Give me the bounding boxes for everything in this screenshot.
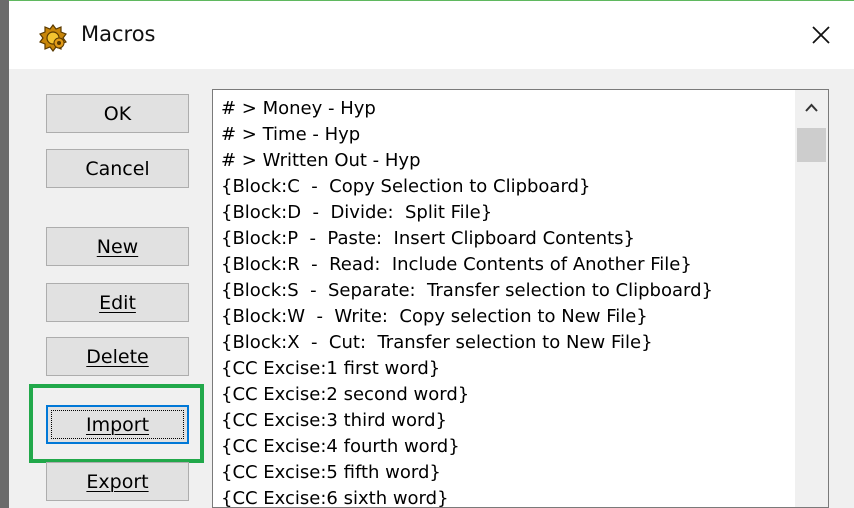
list-item[interactable]: {Block:W - Write: Copy selection to New … — [221, 304, 648, 330]
list-item[interactable]: {Block:P - Paste: Insert Clipboard Conte… — [221, 226, 635, 252]
list-item[interactable]: # > Written Out - Hyp — [221, 148, 421, 174]
list-item[interactable]: {CC Excise:1 first word} — [221, 356, 440, 382]
vertical-scrollbar[interactable] — [795, 90, 828, 507]
close-icon — [812, 26, 830, 44]
list-item[interactable]: # > Time - Hyp — [221, 122, 360, 148]
new-button[interactable]: New — [46, 227, 189, 266]
list-item[interactable]: {Block:R - Read: Include Contents of Ano… — [221, 252, 692, 278]
list-item[interactable]: {Block:C - Copy Selection to Clipboard} — [221, 174, 590, 200]
list-item[interactable]: # > Money - Hyp — [221, 96, 376, 122]
list-item[interactable]: {Block:D - Divide: Split File} — [221, 200, 492, 226]
list-item[interactable]: {CC Excise:4 fourth word} — [221, 434, 460, 460]
delete-button[interactable]: Delete — [46, 337, 189, 376]
scroll-up-button[interactable] — [795, 90, 828, 126]
close-button[interactable] — [799, 15, 843, 55]
cancel-button[interactable]: Cancel — [46, 149, 189, 188]
list-item[interactable]: {CC Excise:5 fifth word} — [221, 460, 441, 486]
window-title: Macros — [81, 22, 156, 46]
list-item[interactable]: {CC Excise:2 second word} — [221, 382, 469, 408]
list-item[interactable]: {CC Excise:3 third word} — [221, 408, 447, 434]
delete-button-label: Delete — [86, 346, 149, 368]
macro-app-icon — [38, 23, 68, 53]
macros-dialog: Macros OK Cancel New Edit Delete Import … — [9, 1, 854, 508]
title-bar: Macros — [9, 1, 854, 69]
export-button-label: Export — [86, 471, 149, 493]
focus-ring — [51, 410, 184, 439]
list-item[interactable]: {CC Excise:6 sixth word} — [221, 486, 449, 507]
list-item[interactable]: {Block:X - Cut: Transfer selection to Ne… — [221, 330, 653, 356]
list-item[interactable]: {Block:S - Separate: Transfer selection … — [221, 278, 713, 304]
edit-button-label: Edit — [99, 292, 136, 314]
new-button-label: New — [96, 236, 139, 258]
ok-button[interactable]: OK — [46, 94, 189, 133]
export-button[interactable]: Export — [46, 462, 189, 501]
import-button[interactable]: Import — [46, 405, 189, 444]
scroll-thumb[interactable] — [797, 128, 826, 162]
chevron-up-icon — [805, 103, 818, 112]
edit-button[interactable]: Edit — [46, 283, 189, 322]
background-strip — [0, 0, 9, 508]
macro-list[interactable]: # > Money - Hyp # > Time - Hyp # > Writt… — [212, 89, 829, 508]
